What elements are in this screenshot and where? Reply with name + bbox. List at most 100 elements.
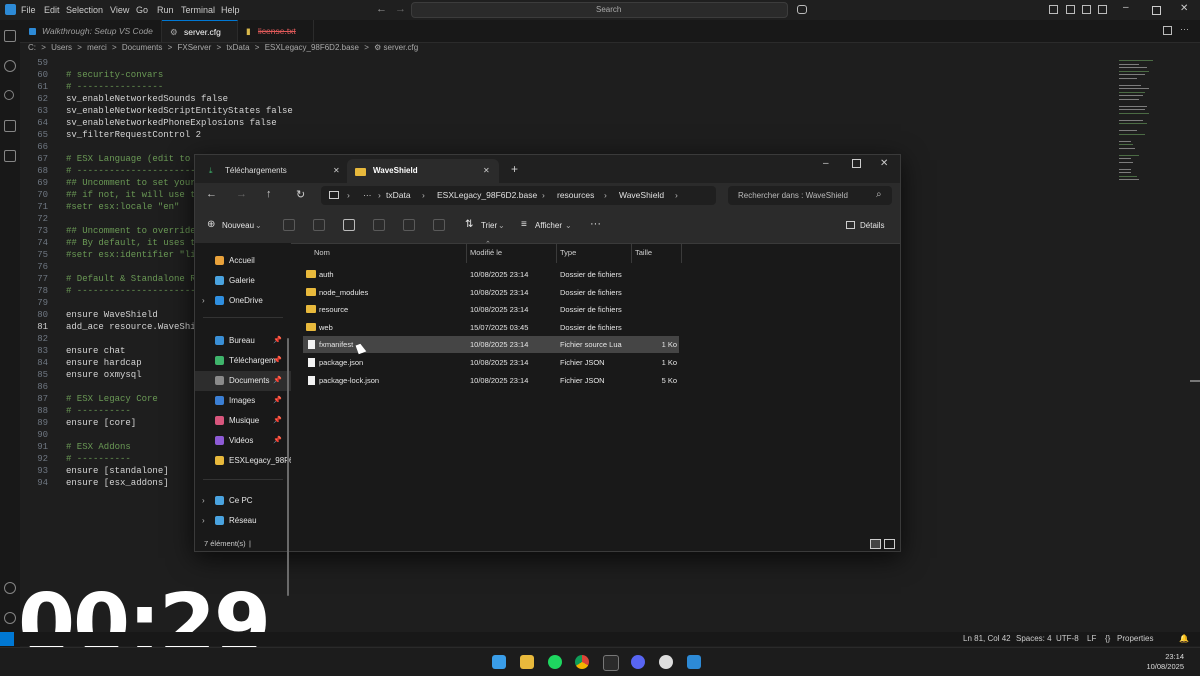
maximize-icon[interactable] bbox=[852, 159, 861, 168]
address-segment[interactable]: resources bbox=[557, 190, 594, 200]
nav-pane-scrollbar[interactable] bbox=[287, 338, 289, 596]
code-line[interactable]: ## Uncomment to override th bbox=[66, 226, 212, 236]
file-row[interactable]: web 15/07/2025 03:45 Dossier de fichiers bbox=[303, 319, 679, 336]
layout-toggle-icon[interactable] bbox=[1049, 5, 1058, 14]
code-line[interactable]: # ESX Addons bbox=[66, 442, 131, 452]
code-line[interactable]: #setr esx:identifier "licen bbox=[66, 250, 212, 260]
up-arrow-icon[interactable]: ↑ bbox=[266, 188, 272, 200]
tab-close-icon[interactable]: ✕ bbox=[333, 159, 340, 183]
code-line[interactable]: ## Uncomment to set your ov bbox=[66, 178, 212, 188]
breadcrumb-item[interactable]: Users bbox=[51, 43, 72, 52]
forward-arrow-icon[interactable]: → bbox=[395, 3, 406, 15]
run-debug-icon[interactable] bbox=[4, 120, 16, 132]
menu-terminal[interactable]: Terminal bbox=[181, 5, 215, 15]
line-ending[interactable]: LF bbox=[1087, 634, 1096, 643]
remote-icon[interactable] bbox=[0, 632, 14, 646]
tab-server-cfg[interactable]: ⚙ server.cfg bbox=[162, 20, 238, 42]
code-line[interactable]: ## if not, it will use the bbox=[66, 190, 206, 200]
address-more[interactable]: ··· bbox=[363, 190, 372, 200]
more-actions-icon[interactable]: ··· bbox=[1180, 24, 1189, 34]
code-line[interactable]: # ---------- bbox=[66, 406, 131, 416]
breadcrumb-item[interactable]: Documents bbox=[122, 43, 162, 52]
address-segment[interactable]: txData bbox=[386, 190, 411, 200]
file-row[interactable]: node_modules 10/08/2025 23:14 Dossier de f… bbox=[303, 284, 679, 301]
sort-button[interactable]: Trier bbox=[481, 221, 497, 230]
column-divider[interactable] bbox=[556, 243, 557, 263]
gear-icon[interactable] bbox=[4, 612, 16, 624]
cursor-position[interactable]: Ln 81, Col 42 bbox=[963, 634, 1011, 643]
back-arrow-icon[interactable]: ← bbox=[206, 188, 217, 200]
github-icon[interactable] bbox=[659, 655, 673, 669]
nav-item-musique[interactable]: Musique 📌 bbox=[195, 411, 291, 431]
file-row[interactable]: resource 10/08/2025 23:14 Dossier de fichi… bbox=[303, 301, 679, 318]
indentation[interactable]: Spaces: 4 bbox=[1016, 634, 1052, 643]
code-line[interactable]: # ESX Legacy Core bbox=[66, 394, 158, 404]
menu-view[interactable]: View bbox=[110, 5, 129, 15]
column-divider[interactable] bbox=[681, 243, 682, 263]
address-bar[interactable]: › ··· › txData › ESXLegacy_98F6D2.base ›… bbox=[321, 186, 716, 205]
breadcrumb-item[interactable]: ESXLegacy_98F6D2.base bbox=[265, 43, 359, 52]
details-button[interactable]: Détails bbox=[860, 221, 884, 230]
code-line[interactable]: # security-convars bbox=[66, 70, 163, 80]
breadcrumb-item[interactable]: C: bbox=[28, 43, 36, 52]
code-line[interactable]: ## By default, it uses the bbox=[66, 238, 206, 248]
minimize-icon[interactable]: – bbox=[1123, 2, 1129, 13]
code-line[interactable]: ensure [core] bbox=[66, 418, 136, 428]
code-line[interactable]: sv_enableNetworkedPhoneExplosions false bbox=[66, 118, 277, 128]
nav-item-images[interactable]: Images 📌 bbox=[195, 391, 291, 411]
taskbar-clock[interactable]: 23:14 10/08/2025 bbox=[1146, 652, 1184, 672]
code-line[interactable]: #setr esx:locale "en" bbox=[66, 202, 179, 212]
breadcrumb-item[interactable]: server.cfg bbox=[384, 43, 419, 52]
windows-icon[interactable] bbox=[492, 655, 506, 669]
delete-icon[interactable] bbox=[433, 219, 445, 231]
explorer-search-field[interactable]: Rechercher dans : WaveShield ⌕ bbox=[728, 186, 892, 205]
more-options-button[interactable]: ··· bbox=[590, 218, 601, 230]
forward-arrow-icon[interactable]: → bbox=[236, 188, 247, 200]
discord-icon[interactable] bbox=[631, 655, 645, 669]
code-line[interactable]: ensure [standalone] bbox=[66, 466, 169, 476]
nav-item-r-seau[interactable]: › Réseau bbox=[195, 511, 291, 531]
paste-icon[interactable] bbox=[343, 219, 355, 231]
code-line[interactable]: ensure chat bbox=[66, 346, 125, 356]
nav-item-onedrive[interactable]: › OneDrive bbox=[195, 291, 291, 311]
chevron-right-icon[interactable]: › bbox=[202, 291, 205, 311]
nav-item-vid-os[interactable]: Vidéos 📌 bbox=[195, 431, 291, 451]
copilot-icon[interactable] bbox=[797, 5, 807, 14]
file-explorer-icon[interactable] bbox=[520, 655, 534, 669]
minimize-icon[interactable]: – bbox=[823, 158, 829, 169]
details-view-icon[interactable] bbox=[870, 539, 881, 549]
language-mode[interactable]: Properties bbox=[1117, 634, 1153, 643]
column-divider[interactable] bbox=[466, 243, 467, 263]
code-line[interactable]: # ------------------------- bbox=[66, 166, 212, 176]
tiles-view-icon[interactable] bbox=[884, 539, 895, 549]
code-line[interactable]: ensure WaveShield bbox=[66, 310, 158, 320]
encoding[interactable]: UTF-8 bbox=[1056, 634, 1079, 643]
chrome-icon[interactable] bbox=[575, 655, 589, 669]
code-line[interactable]: # Default & Standalone Reso bbox=[66, 274, 212, 284]
menu-selection[interactable]: Selection bbox=[66, 5, 103, 15]
menu-go[interactable]: Go bbox=[136, 5, 148, 15]
code-line[interactable]: add_ace resource.WaveShield bbox=[66, 322, 212, 332]
share-icon[interactable] bbox=[403, 219, 415, 231]
nav-item-documents[interactable]: Documents 📌 bbox=[195, 371, 291, 391]
file-row[interactable]: auth 10/08/2025 23:14 Dossier de fichiers bbox=[303, 266, 679, 283]
sidebar-toggle-icon[interactable] bbox=[1066, 5, 1075, 14]
search-icon[interactable] bbox=[4, 60, 16, 72]
address-segment[interactable]: ESXLegacy_98F6D2.base bbox=[437, 190, 537, 200]
code-line[interactable]: ensure [esx_addons] bbox=[66, 478, 169, 488]
column-divider[interactable] bbox=[631, 243, 632, 263]
menu-edit[interactable]: Edit bbox=[44, 5, 60, 15]
address-segment[interactable]: WaveShield bbox=[619, 190, 664, 200]
chevron-right-icon[interactable]: › bbox=[202, 491, 205, 511]
code-line[interactable]: # ------------------------- bbox=[66, 286, 212, 296]
back-arrow-icon[interactable]: ← bbox=[376, 3, 387, 15]
minimap[interactable] bbox=[1117, 56, 1177, 196]
vscode-icon[interactable] bbox=[687, 655, 701, 669]
terminal-icon[interactable] bbox=[603, 655, 619, 671]
breadcrumb-item[interactable]: txData bbox=[226, 43, 249, 52]
code-line[interactable]: sv_filterRequestControl 2 bbox=[66, 130, 201, 140]
new-button[interactable]: Nouveau bbox=[222, 221, 254, 230]
code-line[interactable]: sv_enableNetworkedSounds false bbox=[66, 94, 228, 104]
tab-close-icon[interactable]: ✕ bbox=[483, 159, 490, 183]
command-search-box[interactable]: Search bbox=[411, 2, 788, 18]
